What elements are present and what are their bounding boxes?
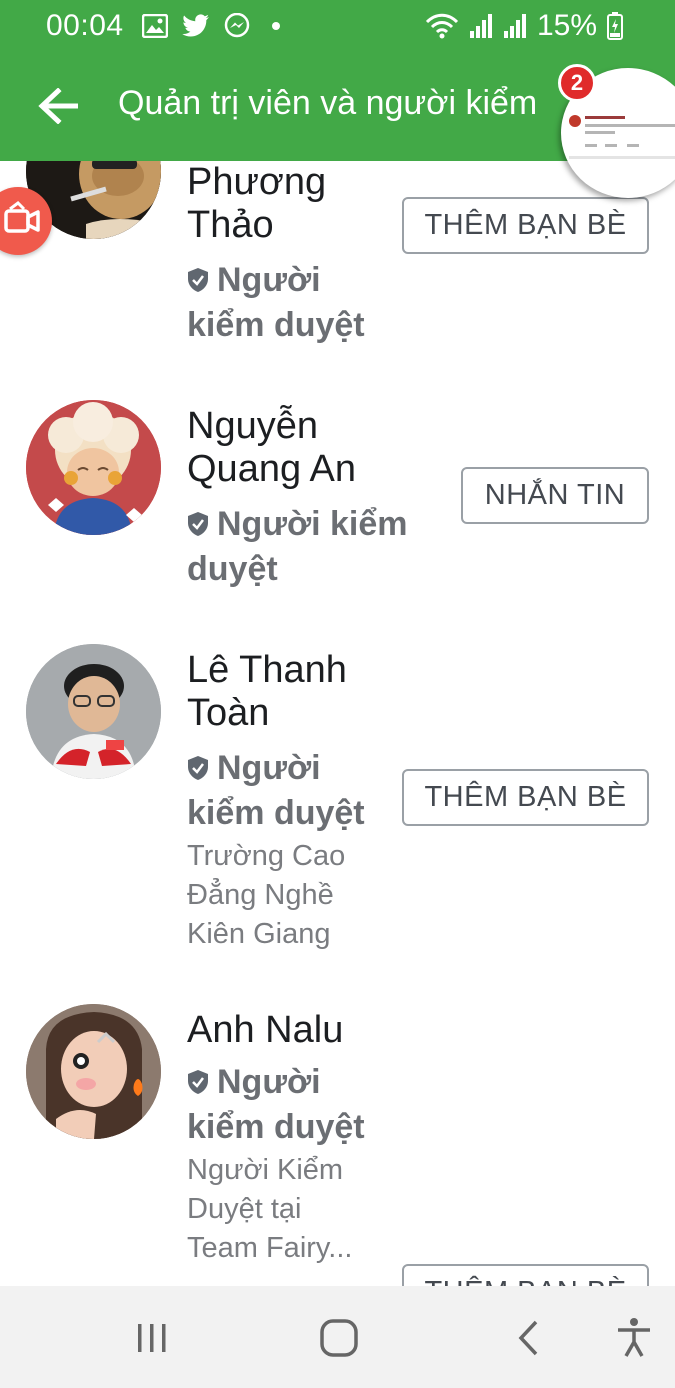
signal-icon-2: [503, 14, 526, 38]
member-role: Người kiểm duyệt: [187, 505, 408, 588]
avatar[interactable]: [26, 1004, 161, 1139]
accessibility-button[interactable]: [612, 1316, 656, 1360]
page-title: Quản trị viên và người kiểm: [118, 84, 538, 122]
list-item: Phương Thảo Người kiểm duyệt THÊM BẠN BÈ: [0, 161, 675, 386]
member-subtitle: Người Kiểm Duyệt tại Team Fairy...: [187, 1154, 353, 1264]
twitter-icon: [182, 14, 209, 37]
member-name[interactable]: Phương Thảo: [187, 161, 326, 247]
avatar[interactable]: [26, 644, 161, 779]
recents-button[interactable]: [130, 1316, 174, 1360]
member-name[interactable]: Nguyễn Quang An: [187, 405, 356, 491]
list-item: Anh Nalu Người kiểm duyệt Người Kiểm Duy…: [0, 976, 675, 1286]
battery-percent: 15%: [536, 9, 597, 42]
signal-icon-1: [469, 14, 492, 38]
shield-icon: [188, 268, 208, 292]
member-role: Người kiểm duyệt: [187, 261, 365, 344]
message-button[interactable]: NHẮN TIN: [461, 467, 649, 524]
member-name[interactable]: Lê Thanh Toàn: [187, 649, 347, 735]
member-role: Người kiểm duyệt: [187, 1063, 365, 1146]
member-list: Phương Thảo Người kiểm duyệt THÊM BẠN BÈ: [0, 161, 675, 1286]
notification-icons: [142, 12, 280, 40]
shield-icon: [188, 1070, 208, 1094]
nav-back-button[interactable]: [508, 1316, 552, 1360]
list-item: Nguyễn Quang An Người kiểm duyệt NHẮN TI…: [0, 386, 675, 631]
avatar-image: [26, 644, 161, 779]
more-notifications-dot: [272, 22, 280, 30]
avatar-image: [26, 400, 161, 535]
gallery-icon: [142, 14, 168, 38]
system-indicators: 15%: [425, 9, 623, 43]
home-icon: [320, 1319, 358, 1357]
wifi-icon: [425, 13, 459, 39]
home-button[interactable]: [317, 1316, 361, 1360]
recents-icon: [138, 1324, 166, 1352]
shield-icon: [188, 756, 208, 780]
shield-icon: [188, 512, 208, 536]
member-name[interactable]: Anh Nalu: [187, 1009, 343, 1052]
messenger-icon: [224, 13, 250, 38]
arrow-left-icon: [38, 87, 79, 125]
avatar[interactable]: [26, 400, 161, 535]
battery-charging-icon: [607, 12, 623, 40]
notification-badge: 2: [558, 64, 596, 102]
status-time: 00:04: [46, 9, 124, 42]
chat-preview-thumbnail: [569, 112, 675, 162]
member-subtitle: Trường Cao Đẳng Nghề Kiên Giang: [187, 840, 346, 950]
accessibility-icon: [618, 1318, 650, 1357]
status-bar: 00:04 15%: [0, 0, 675, 52]
list-item: Lê Thanh Toàn Người kiểm duyệt Trường Ca…: [0, 631, 675, 976]
back-button[interactable]: [38, 87, 79, 125]
nav-back-icon: [518, 1320, 538, 1356]
add-friend-button[interactable]: THÊM BẠN BÈ: [402, 769, 649, 826]
system-nav-bar: [0, 1286, 675, 1388]
add-friend-button[interactable]: THÊM BẠN BÈ: [402, 1264, 649, 1286]
app-screen: 00:04 15% Quản trị viên và người kiểm Ph…: [0, 0, 675, 1388]
video-call-floating-button[interactable]: [0, 187, 52, 255]
video-camera-icon: [4, 201, 40, 233]
avatar-image: [26, 1004, 161, 1139]
add-friend-button[interactable]: THÊM BẠN BÈ: [402, 197, 649, 254]
member-role: Người kiểm duyệt: [187, 749, 365, 832]
